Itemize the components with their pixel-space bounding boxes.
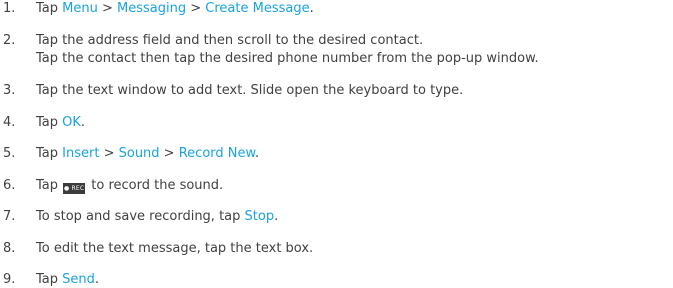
step-text-segment: > [99,146,119,161]
keyword-ok: OK [62,115,81,130]
step-text-segment: Tap the text window to add text. Slide o… [36,83,464,98]
step-text: Tap ● REC to record the sound. [36,178,223,194]
step-number: 1. [3,1,16,16]
step-text-segment: Tap [36,146,63,161]
step-text: Tap the text window to add text. Slide o… [36,83,463,99]
step-text: To stop and save recording, tap Stop. [36,209,278,225]
step-number: 5. [3,146,16,161]
step-text-segment: Tap the address field and then scroll to… [36,33,424,48]
step-text-segment: Tap [36,1,63,16]
step-text-segment: To stop and save recording, tap [36,209,245,224]
step-text-segment: Tap [36,115,63,130]
step-number: 2. [3,33,16,48]
keyword-stop: Stop [244,209,275,224]
step-text-segment: . [94,272,100,287]
instruction-list: 1. Tap Menu > Messaging > Create Message.… [0,0,673,287]
step-number: 6. [3,178,16,193]
keyword-messaging: Messaging [117,1,187,16]
step-text-segment: To edit the text message, tap the text b… [36,241,314,256]
step-text: Tap the address field and then scroll to… [36,33,539,67]
step-text-segment: Tap [36,272,63,287]
keyword-insert: Insert [62,146,100,161]
step-number: 3. [3,83,16,98]
step-text-segment: Tap [36,178,63,193]
step-text: Tap Menu > Messaging > Create Message. [36,1,314,17]
step-number: 4. [3,115,16,130]
record-icon: ● REC [63,183,86,194]
step-text-segment: . [274,209,279,224]
step-text: Tap OK. [36,115,85,131]
step-number: 7. [3,209,16,224]
step-text-segment: > [159,146,179,161]
step-text: Tap Insert > Sound > Record New. [36,146,259,162]
step-text-segment: to record the sound. [87,178,224,193]
keyword-send: Send [62,272,95,287]
keyword-record-new: Record New [178,146,255,161]
step-text-segment: > [97,1,118,16]
step-text: To edit the text message, tap the text b… [36,241,313,257]
keyword-sound: Sound [118,146,160,161]
step-text-segment: . [309,1,314,16]
step-text-segment: > [186,1,206,16]
step-text-segment: Tap the contact then tap the desired pho… [36,51,539,66]
step-text-segment: . [80,115,86,130]
keyword-menu: Menu [62,1,98,16]
step-text-segment: . [254,146,260,161]
step-number: 8. [3,241,16,256]
keyword-create-message: Create Message [205,1,310,16]
